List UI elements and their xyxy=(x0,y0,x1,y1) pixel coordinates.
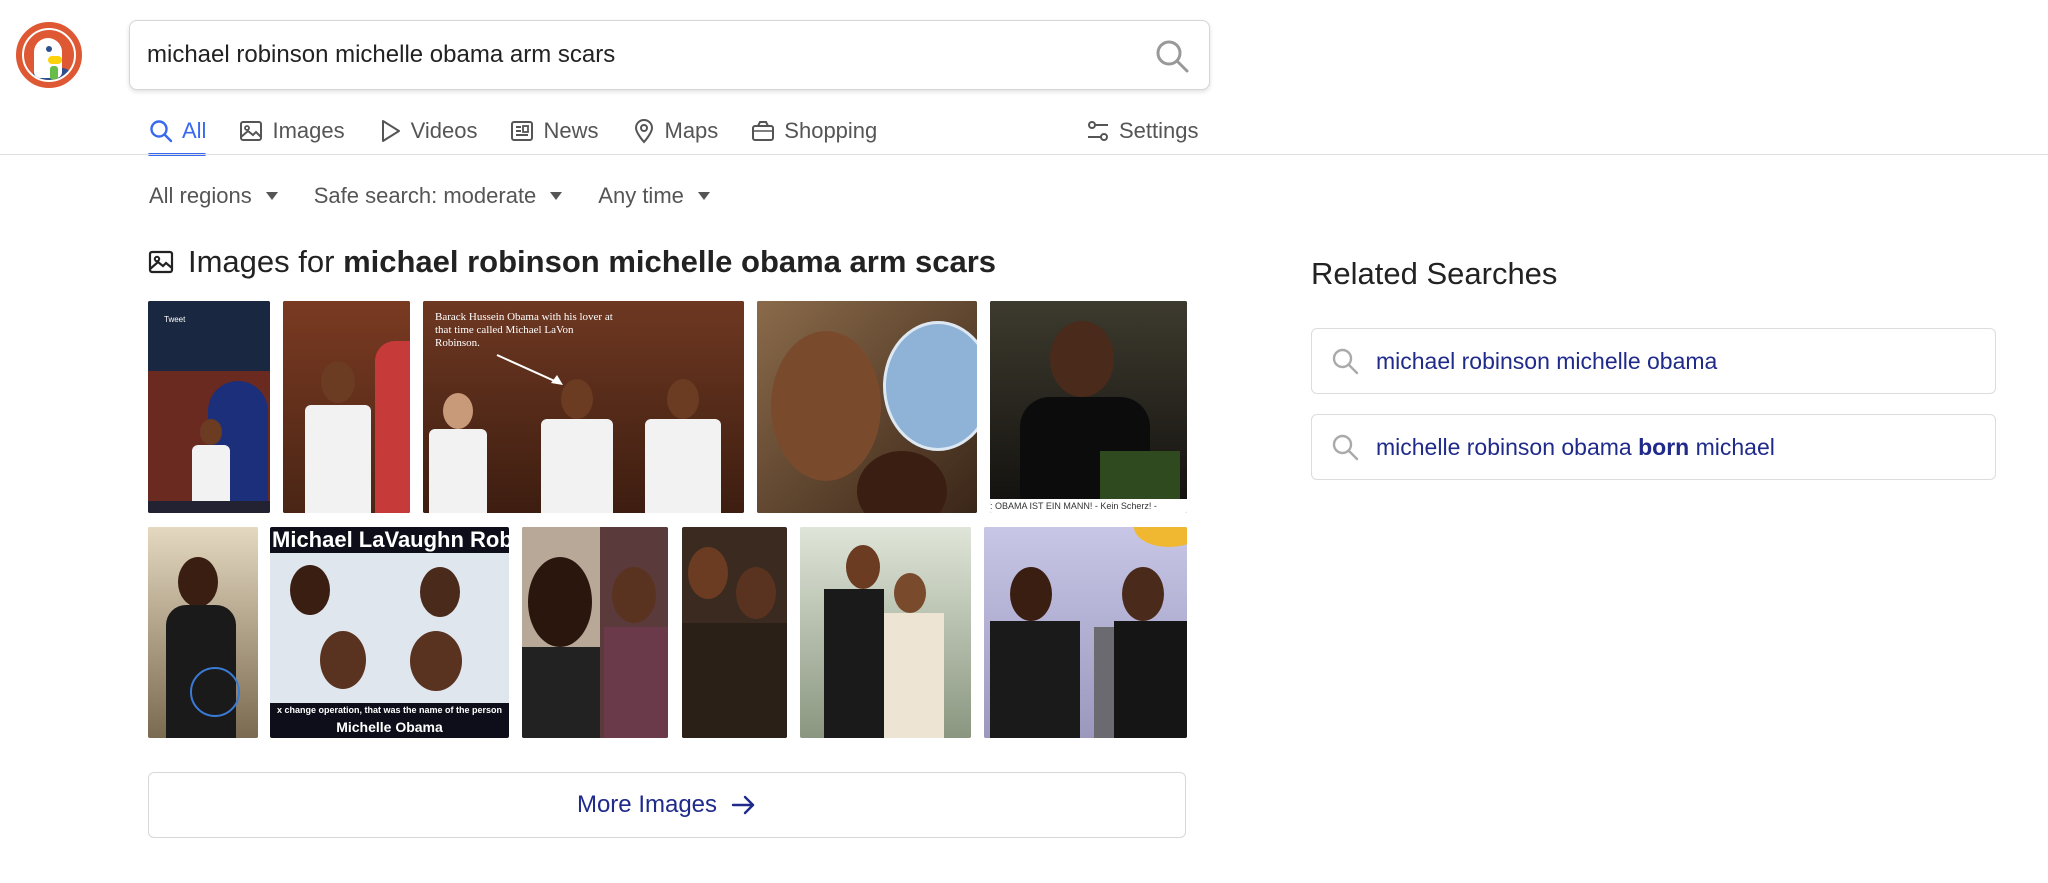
search-input[interactable] xyxy=(147,21,1127,89)
header-divider xyxy=(0,154,2048,155)
more-images-button[interactable]: More Images xyxy=(148,772,1186,838)
images-section-title[interactable]: Images for michael robinson michelle oba… xyxy=(148,244,996,280)
related-text: michael robinson michelle obama xyxy=(1376,347,1718,374)
time-filter[interactable]: Any time xyxy=(598,178,710,214)
tab-maps-label: Maps xyxy=(664,118,719,143)
safe-search-label: Safe search: moderate xyxy=(313,183,537,208)
caret-down-icon xyxy=(265,192,278,200)
tab-videos[interactable]: Videos xyxy=(377,108,478,154)
thumb-title: Michael LaVaughn Rob xyxy=(272,527,509,552)
thumb-subtitle: x change operation, that was the name of… xyxy=(276,705,503,715)
related-search-item[interactable]: michael robinson michelle obama xyxy=(1311,328,1996,394)
settings-label: Settings xyxy=(1119,118,1199,143)
thumb-caption: Barack Hussein Obama with his lover at t… xyxy=(435,311,613,349)
tab-all-label: All xyxy=(182,118,207,143)
thumb-name: Michelle Obama xyxy=(336,719,443,735)
image-thumbnail[interactable]: : OBAMA IST EIN MANN! - Kein Scherz! - xyxy=(990,301,1187,513)
related-text: michelle robinson obama xyxy=(1376,433,1639,460)
more-images-label: More Images xyxy=(576,791,718,818)
shopping-bag-icon xyxy=(752,121,775,141)
search-bar xyxy=(129,20,1210,90)
image-icon xyxy=(240,121,263,141)
map-pin-icon xyxy=(634,119,653,144)
related-bold: born xyxy=(1638,433,1690,460)
tab-news-label: News xyxy=(543,118,599,143)
region-filter[interactable]: All regions xyxy=(149,178,278,214)
search-type-tabs: All Images Videos News Maps Shopping xyxy=(148,108,909,156)
tab-images-label: Images xyxy=(272,118,345,143)
arrow-annotation xyxy=(496,354,563,385)
tab-videos-label: Videos xyxy=(410,118,478,143)
image-icon xyxy=(148,250,174,274)
time-filter-label: Any time xyxy=(598,183,684,208)
image-thumbnail[interactable] xyxy=(522,527,668,738)
image-thumbnail[interactable] xyxy=(148,527,258,738)
caret-down-icon xyxy=(550,192,563,200)
arrow-right-icon xyxy=(731,795,755,815)
duckduckgo-logo[interactable] xyxy=(16,22,82,88)
search-button[interactable] xyxy=(1153,37,1191,75)
images-title-prefix: Images for xyxy=(188,244,344,279)
duck-icon xyxy=(22,28,76,82)
search-icon xyxy=(1156,40,1189,73)
images-title-query: michael robinson michelle obama arm scar… xyxy=(343,244,997,279)
search-icon xyxy=(1332,434,1359,461)
region-filter-label: All regions xyxy=(149,183,252,208)
search-icon xyxy=(1332,348,1359,375)
search-icon xyxy=(150,120,173,143)
image-thumbnail[interactable] xyxy=(984,527,1187,738)
image-thumbnail[interactable]: Barack Hussein Obama with his lover at t… xyxy=(423,301,744,513)
play-icon xyxy=(381,120,400,142)
image-thumbnail[interactable]: Tweet xyxy=(148,301,270,513)
related-search-item[interactable]: michelle robinson obama born michael xyxy=(1311,414,1996,480)
tab-shopping-label: Shopping xyxy=(784,118,878,143)
newspaper-icon xyxy=(511,121,534,141)
related-suffix: michael xyxy=(1689,433,1775,460)
tab-news[interactable]: News xyxy=(509,108,599,154)
tweet-header-text: Tweet xyxy=(164,315,186,324)
caret-down-icon xyxy=(697,192,710,200)
related-searches-title: Related Searches xyxy=(1311,256,1558,291)
tab-all[interactable]: All xyxy=(148,108,207,156)
image-thumbnail[interactable] xyxy=(682,527,787,738)
tab-shopping[interactable]: Shopping xyxy=(750,108,877,154)
image-thumbnail[interactable] xyxy=(757,301,977,513)
settings-sliders-icon xyxy=(1088,121,1108,141)
thumb-caption: : OBAMA IST EIN MANN! - Kein Scherz! - xyxy=(990,499,1187,513)
tab-maps[interactable]: Maps xyxy=(631,108,719,154)
settings-button[interactable]: Settings xyxy=(1085,108,1199,154)
image-thumbnail[interactable]: Michael LaVaughn Rob x change operation,… xyxy=(270,527,509,738)
safe-search-filter[interactable]: Safe search: moderate xyxy=(314,178,563,214)
image-thumbnail[interactable] xyxy=(800,527,971,738)
image-thumbnail[interactable] xyxy=(283,301,410,513)
tab-images[interactable]: Images xyxy=(238,108,345,154)
search-filters: All regions Safe search: moderate Any ti… xyxy=(149,178,746,214)
